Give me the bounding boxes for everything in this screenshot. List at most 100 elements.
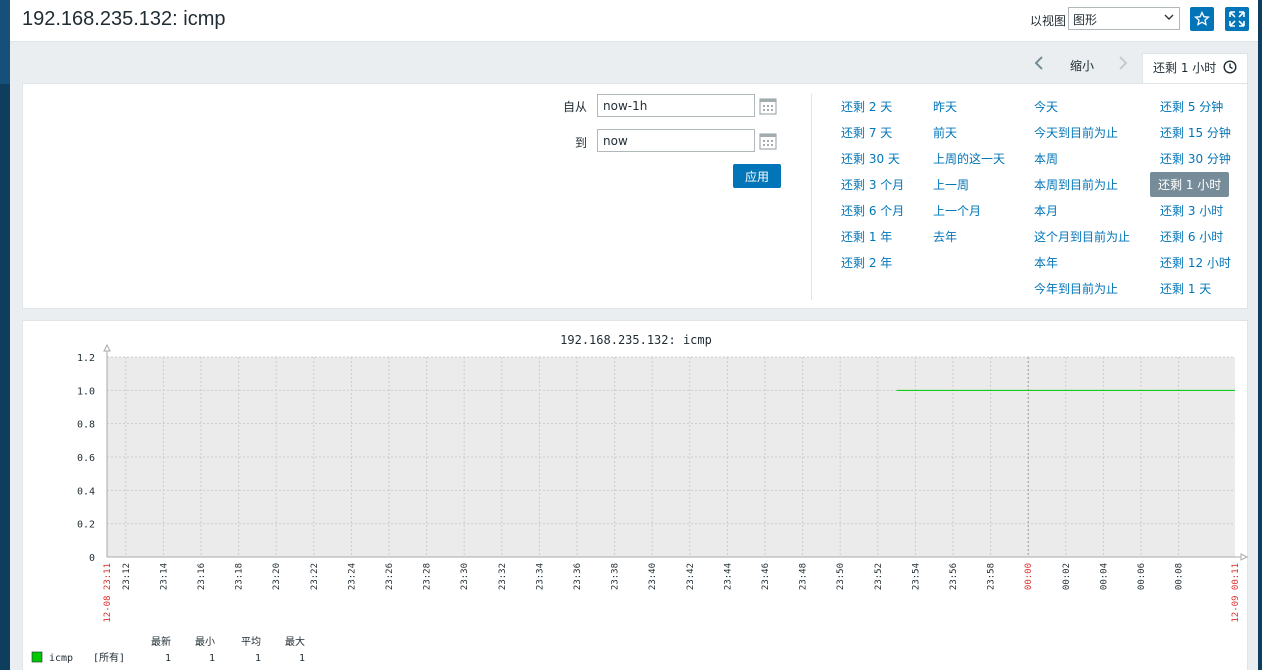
view-as-label: 以视图 [1030, 14, 1067, 28]
y-tick-label: 1.0 [77, 386, 95, 397]
quick-range-link[interactable]: 还剩 1 年 [841, 228, 892, 245]
chevron-left-icon [1034, 56, 1043, 70]
legend-item-value: 1 [299, 653, 305, 664]
quick-range-link[interactable]: 还剩 3 个月 [841, 176, 904, 193]
x-tick-label: 23:24 [347, 563, 357, 590]
x-tick-label: 23:36 [573, 563, 583, 590]
fullscreen-button[interactable] [1225, 7, 1249, 31]
x-tick-label: 00:06 [1137, 563, 1147, 590]
quick-range-link[interactable]: 本月 [1034, 202, 1058, 219]
x-tick-label: 23:20 [272, 563, 282, 590]
x-end-label: 12-09 00:11 [1231, 563, 1241, 623]
x-tick-label: 23:32 [498, 563, 508, 590]
sidebar-top-block [0, 0, 10, 84]
quick-range-link[interactable]: 还剩 5 分钟 [1160, 98, 1223, 115]
quick-range-link[interactable]: 前天 [933, 124, 957, 141]
from-input[interactable]: now-1h [597, 94, 755, 117]
legend-header: 最新 [151, 635, 171, 648]
quick-range-link[interactable]: 本年 [1034, 254, 1058, 271]
x-tick-label: 00:08 [1175, 563, 1185, 590]
time-period-tab[interactable]: 还剩 1 小时 [1142, 53, 1248, 83]
quick-range-link[interactable]: 上一个月 [933, 202, 981, 219]
icmp-graph: 192.168.235.132: icmp 0 0.2 0.4 0.6 0.8 1.0 1.2… [31, 333, 1249, 664]
to-input[interactable]: now [597, 129, 755, 152]
legend-header: 最小 [195, 636, 215, 648]
page-title: 192.168.235.132: icmp [22, 8, 226, 30]
x-tick-label: 23:18 [235, 563, 245, 590]
time-nav-row: 缩小 还剩 1 小时 [10, 43, 1258, 83]
to-label: 到 [574, 136, 587, 150]
quick-range-link[interactable]: 还剩 7 天 [841, 124, 892, 141]
legend-header: 平均 [241, 636, 261, 648]
quick-range-link[interactable]: 还剩 6 个月 [841, 202, 904, 219]
favorite-button[interactable] [1190, 7, 1214, 31]
zoom-out-button[interactable]: 缩小 [1070, 57, 1094, 74]
chevron-right-icon [1119, 56, 1128, 70]
time-period-tab-label: 还剩 1 小时 [1153, 61, 1217, 75]
quick-range-link[interactable]: 还剩 30 天 [841, 150, 900, 167]
quick-range-link[interactable]: 去年 [933, 228, 957, 245]
x-tick-label: 23:30 [460, 563, 470, 590]
view-as-select[interactable]: 图形 [1068, 7, 1180, 30]
quick-range-link[interactable]: 昨天 [933, 98, 957, 115]
time-prev-button[interactable] [1034, 55, 1044, 74]
x-tick-label: 23:52 [874, 563, 884, 590]
y-tick-label: 0 [89, 553, 95, 564]
quick-range-link[interactable]: 这个月到目前为止 [1034, 228, 1130, 245]
view-as-select-value: 图形 [1073, 13, 1098, 27]
time-next-button[interactable] [1118, 55, 1128, 74]
x-tick-label: 00:02 [1062, 563, 1072, 590]
quick-range-link[interactable]: 还剩 15 分钟 [1160, 124, 1231, 141]
x-tick-label: 23:56 [949, 563, 959, 590]
x-tick-label: 23:50 [836, 563, 846, 590]
x-tick-label: 23:54 [911, 563, 921, 590]
quick-range-link[interactable]: 本周 [1034, 150, 1058, 167]
x-axis-arrow [1240, 553, 1249, 561]
legend-item-scope: [所有] [93, 651, 125, 664]
y-axis-arrow [103, 343, 111, 352]
right-scroll-strip [1258, 0, 1262, 670]
y-tick-label: 0.4 [77, 486, 95, 497]
x-tick-label: 23:40 [648, 563, 658, 590]
quick-range-link[interactable]: 还剩 1 天 [1160, 280, 1211, 297]
quick-range-link[interactable]: 上周的这一天 [933, 150, 1005, 167]
quick-range-link[interactable]: 还剩 6 小时 [1160, 228, 1223, 245]
star-icon [1194, 11, 1210, 26]
quick-range-link[interactable]: 还剩 30 分钟 [1160, 150, 1231, 167]
apply-button[interactable]: 应用 [733, 164, 781, 188]
x-tick-label: 23:34 [535, 563, 545, 590]
x-tick-label: 23:12 [122, 563, 132, 590]
calendar-icon[interactable] [759, 97, 777, 115]
legend-header: 最大 [285, 635, 305, 648]
legend-item-value: 1 [165, 653, 171, 664]
quick-range-link[interactable]: 还剩 3 小时 [1160, 202, 1223, 219]
chevron-down-icon [1164, 12, 1174, 25]
quick-range-link[interactable]: 还剩 12 小时 [1160, 254, 1231, 271]
x-tick-label: 23:42 [686, 563, 696, 590]
x-tick-label: 23:46 [761, 563, 771, 590]
legend-item-value: 1 [255, 653, 261, 664]
x-tick-label: 23:16 [197, 563, 207, 590]
left-sidebar-strip [0, 0, 10, 670]
page-header: 192.168.235.132: icmp 以视图 图形 [10, 0, 1258, 42]
from-label: 自从 [562, 100, 587, 114]
fullscreen-icon [1229, 11, 1245, 27]
quick-range-link[interactable]: 本周到目前为止 [1034, 176, 1118, 193]
legend-swatch [31, 651, 43, 663]
quick-range-link[interactable]: 今天 [1034, 98, 1058, 115]
quick-range-link[interactable]: 还剩 1 小时 [1150, 172, 1230, 197]
x-tick-label: 00:04 [1099, 563, 1109, 590]
calendar-icon[interactable] [759, 132, 777, 150]
x-tick-label: 23:48 [799, 563, 809, 590]
y-tick-label: 0.2 [77, 520, 95, 531]
clock-icon [1223, 60, 1237, 74]
x-tick-label: 23:28 [423, 563, 433, 590]
quick-range-link[interactable]: 今天到目前为止 [1034, 124, 1118, 141]
quick-range-link[interactable]: 还剩 2 天 [841, 98, 892, 115]
quick-range-link[interactable]: 上一周 [933, 176, 969, 193]
quick-range-link[interactable]: 今年到目前为止 [1034, 280, 1118, 297]
x-tick-label: 00:00 [1024, 563, 1034, 590]
filter-divider [811, 94, 812, 300]
quick-range-link[interactable]: 还剩 2 年 [841, 254, 892, 271]
graph-panel: 192.168.235.132: icmp 0 0.2 0.4 0.6 0.8 1.0 1.2… [22, 320, 1249, 670]
